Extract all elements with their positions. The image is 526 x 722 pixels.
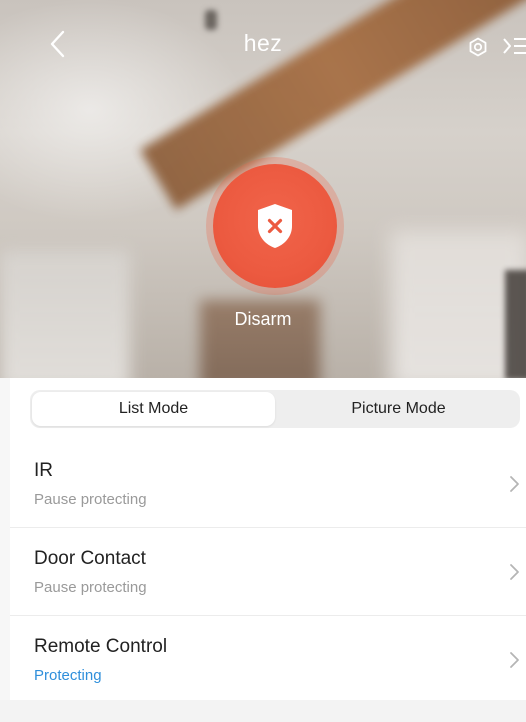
device-name: Door Contact: [34, 548, 146, 569]
disarm-button[interactable]: [213, 164, 337, 288]
settings-button[interactable]: [465, 34, 491, 60]
page-title: hez: [243, 30, 283, 56]
mode-switch: List Mode Picture Mode: [30, 390, 520, 428]
chevron-right-icon: [508, 561, 522, 583]
device-status: Protecting: [34, 667, 102, 684]
camera-background: hez Disarm: [0, 0, 526, 378]
device-list: IR Pause protecting Door Contact Pause p…: [10, 440, 526, 704]
device-name: Remote Control: [34, 636, 168, 657]
tab-picture-mode[interactable]: Picture Mode: [277, 390, 520, 428]
device-panel: List Mode Picture Mode IR Pause protecti…: [10, 378, 526, 722]
device-status: Pause protecting: [34, 579, 147, 596]
device-status: Pause protecting: [34, 491, 147, 508]
device-row-ir[interactable]: IR Pause protecting: [10, 440, 526, 528]
bottom-bar: [0, 700, 526, 722]
chevron-right-icon: [508, 649, 522, 671]
device-name: IR: [34, 460, 53, 481]
list-menu-icon: [503, 38, 526, 54]
settings-hex-icon: [469, 37, 487, 57]
device-list-button[interactable]: [500, 32, 526, 60]
chevron-right-icon: [508, 473, 522, 495]
device-row-door-contact[interactable]: Door Contact Pause protecting: [10, 528, 526, 616]
tab-list-mode[interactable]: List Mode: [32, 392, 275, 426]
device-row-remote-control[interactable]: Remote Control Protecting: [10, 616, 526, 704]
security-screen: hez Disarm List Mode Picture Mode IR Pau…: [0, 0, 526, 722]
shield-x-icon: [258, 204, 292, 248]
top-nav: hez: [0, 20, 526, 70]
arm-status-label: Disarm: [234, 309, 292, 329]
